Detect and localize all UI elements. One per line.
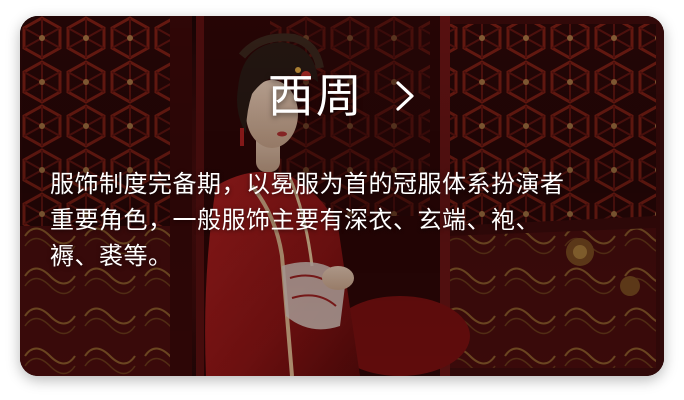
chevron-right-icon [396, 81, 414, 111]
card-description: 服饰制度完备期，以冕服为首的冠服体系扮演者 重要角色，一般服饰主要有深衣、玄端、… [50, 166, 642, 274]
description-line: 服饰制度完备期，以冕服为首的冠服体系扮演者 [50, 170, 565, 198]
card-title-row[interactable]: 西周 [20, 64, 664, 124]
dynasty-card-western-zhou[interactable]: 西周 服饰制度完备期，以冕服为首的冠服体系扮演者 重要角色，一般服饰主要有深衣、… [20, 16, 664, 376]
page: 西周 服饰制度完备期，以冕服为首的冠服体系扮演者 重要角色，一般服饰主要有深衣、… [0, 0, 684, 400]
description-line: 重要角色，一般服饰主要有深衣、玄端、袍、 [50, 206, 540, 234]
card-title: 西周 [267, 69, 364, 123]
description-line: 褥、裘等。 [50, 242, 173, 270]
